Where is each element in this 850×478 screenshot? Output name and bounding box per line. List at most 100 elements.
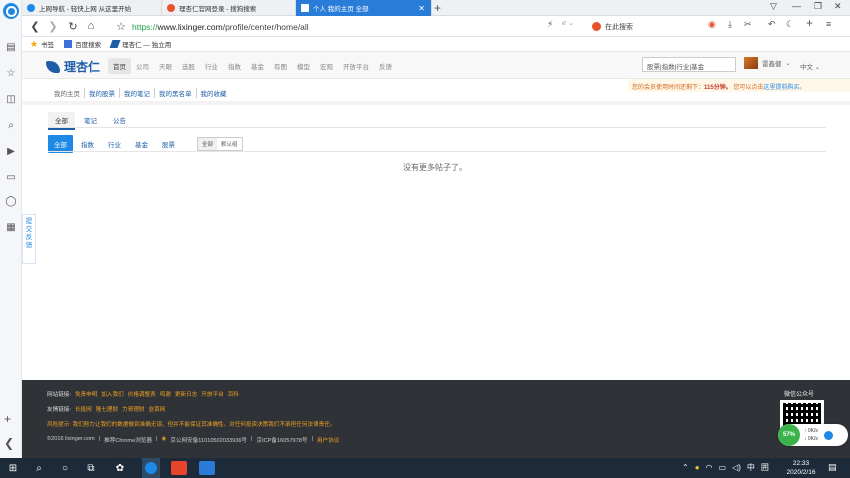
chat-icon[interactable]: ◯: [4, 194, 18, 208]
nav-open-platform[interactable]: 开放平台: [338, 58, 374, 74]
apps-icon[interactable]: ▦: [4, 220, 18, 234]
star-icon: ★: [30, 38, 39, 49]
nav-home[interactable]: 首页: [108, 58, 131, 74]
tray-expand-icon[interactable]: ⌃: [682, 463, 689, 472]
tab-profile-home[interactable]: 个人 我的主页 全部 ✕: [296, 0, 432, 16]
task-view-icon[interactable]: ⧉: [84, 458, 98, 478]
favorites-star-icon[interactable]: ☆: [4, 66, 18, 80]
cut-icon[interactable]: ✂: [744, 19, 752, 30]
empty-state-message: 没有更多帖子了。: [403, 163, 467, 172]
nav-macro[interactable]: 宏观: [315, 58, 338, 74]
red-app-icon[interactable]: [170, 458, 188, 478]
lightning-icon[interactable]: ⚡: [547, 19, 553, 30]
notifications-icon[interactable]: ▤: [828, 462, 837, 473]
friend-link-4[interactable]: 韭菜网: [149, 405, 166, 413]
home-icon[interactable]: ⌂: [84, 18, 98, 34]
close-window-icon[interactable]: ✕: [834, 1, 842, 12]
footer-link-changelog[interactable]: 更新日志: [175, 390, 197, 398]
collapse-icon[interactable]: ❮: [4, 436, 14, 450]
nav-tianyan[interactable]: 天眼: [154, 58, 177, 74]
minimize-icon[interactable]: —: [792, 1, 801, 11]
undo-icon[interactable]: ↶: [768, 19, 776, 30]
new-tab-button[interactable]: +: [434, 1, 441, 15]
nav-fund[interactable]: 基金: [246, 58, 269, 74]
subnav-my-home[interactable]: 我的主页: [54, 88, 85, 98]
segment-all[interactable]: 全部: [198, 138, 218, 150]
add-icon[interactable]: +: [4, 412, 11, 426]
user-menu[interactable]: 雷鑫健 ⌄: [744, 57, 791, 69]
reader-icon[interactable]: ▤: [4, 40, 18, 54]
add-toolbar-icon[interactable]: +: [806, 16, 813, 30]
nav-stock-picker[interactable]: 选股: [177, 58, 200, 74]
subnav-my-favorites[interactable]: 我的收藏: [201, 88, 231, 98]
network-speed-widget[interactable]: 57% ↑ 0K/s ↓ 0K/s: [778, 424, 848, 446]
nav-industry[interactable]: 行业: [200, 58, 223, 74]
history-icon[interactable]: ◫: [4, 92, 18, 106]
pinwheel-app-icon[interactable]: ✿: [112, 458, 128, 478]
bookmark-star-icon[interactable]: ☆: [114, 18, 128, 34]
game-icon[interactable]: ◉: [708, 19, 716, 30]
system-clock[interactable]: 22:33 2020/2/16: [782, 459, 820, 477]
browser-search-box[interactable]: 在此搜索: [592, 19, 692, 34]
purchase-link[interactable]: 这里提前购买。: [763, 85, 805, 91]
membership-notice: 您的会员使用时间还剩下：115分钟。 您可以点击这里提前购买。: [628, 79, 850, 92]
footer-link-open-platform[interactable]: 开放平台: [201, 390, 223, 398]
refresh-icon[interactable]: ↻: [66, 18, 80, 34]
search-icon[interactable]: ⌕: [32, 458, 46, 478]
address-bar[interactable]: https:// www.lixinger.com /profile/cente…: [132, 19, 309, 34]
segment-default-group[interactable]: 默认组: [217, 138, 242, 150]
friend-link-3[interactable]: 力哥理财: [122, 405, 144, 413]
tab-sogou-search[interactable]: 理杏仁官网登录 - 搜狗搜索: [162, 0, 296, 16]
friend-link-1[interactable]: 长投网: [75, 405, 92, 413]
compat-icon[interactable]: ℯ ⌄: [562, 19, 574, 27]
battery-icon[interactable]: ▭: [719, 463, 727, 472]
feedback-button[interactable]: 提交反馈: [22, 214, 36, 264]
subnav-my-blacklist[interactable]: 我的黑名单: [159, 88, 197, 98]
nav-company[interactable]: 公司: [131, 58, 154, 74]
subnav-my-notes[interactable]: 我的笔记: [124, 88, 155, 98]
volume-icon[interactable]: ◁): [732, 463, 741, 472]
browser-sidebar: ▤ ☆ ◫ ⌕ ▶ ▭ ◯ ▦ + ❮: [0, 0, 22, 458]
footer-link-disclaimer[interactable]: 免责申明: [75, 390, 97, 398]
wifi-icon[interactable]: ◠: [706, 463, 713, 472]
back-icon[interactable]: ❮: [28, 18, 42, 34]
nav-charts[interactable]: 有图: [269, 58, 292, 74]
address-toolbar: ❮ ❯ ↻ ⌂ ☆ https:// www.lixinger.com /pro…: [22, 16, 850, 37]
ime-indicator[interactable]: 中: [747, 462, 755, 473]
search-icon[interactable]: ⌕: [4, 118, 18, 132]
footer-link-thanks[interactable]: 鸣谢: [160, 390, 171, 398]
download-icon[interactable]: ⤓: [728, 19, 732, 30]
footer-link-join-us[interactable]: 加入我们: [101, 390, 123, 398]
bookmark-baidu[interactable]: 百度搜索: [64, 39, 101, 49]
windows-start-icon[interactable]: ⊞: [6, 458, 20, 478]
ime-mode-icon[interactable]: 囲: [761, 462, 769, 473]
main-nav: 首页 公司 天眼 选股 行业 指数 基金 有图 模型 宏观 开放平台 反馈: [108, 58, 397, 74]
close-tab-icon[interactable]: ✕: [418, 4, 425, 13]
restore-icon[interactable]: ❐: [814, 1, 822, 12]
friend-link-2[interactable]: 隆七理财: [96, 405, 118, 413]
subnav-my-stocks[interactable]: 我的股票: [89, 88, 120, 98]
footer-link-pricing[interactable]: 价格调整表: [128, 390, 156, 398]
nav-models[interactable]: 模型: [292, 58, 315, 74]
browser-taskbar-icon[interactable]: [142, 458, 160, 478]
pin-icon[interactable]: ▽: [770, 1, 777, 12]
nav-feedback[interactable]: 反馈: [374, 58, 397, 74]
nav-index[interactable]: 指数: [223, 58, 246, 74]
wps-app-icon[interactable]: [198, 458, 216, 478]
forward-icon[interactable]: ❯: [46, 18, 60, 34]
tray-app-icon[interactable]: ●: [695, 463, 700, 472]
menu-icon[interactable]: ≡: [826, 19, 831, 29]
language-select[interactable]: 中文 ⌄: [800, 61, 820, 71]
video-icon[interactable]: ▶: [4, 144, 18, 158]
copyright-row: ©2016 lixinger.com | 推荐Chrome浏览器 | ◉ 京公网安备1…: [47, 436, 340, 444]
site-logo[interactable]: 理杏仁: [46, 58, 100, 75]
site-search-input[interactable]: 股票|指数|行业|基金: [642, 57, 736, 72]
cortana-icon[interactable]: ○: [58, 458, 72, 478]
night-mode-icon[interactable]: ☾: [786, 19, 794, 30]
user-agreement-link[interactable]: 用户协议: [317, 436, 339, 444]
bookmarks-folder[interactable]: ★ 书签: [30, 39, 54, 50]
tab-navigation[interactable]: 上网导航 - 轻快上网 从这里开始: [22, 0, 162, 16]
bookmark-lixinger[interactable]: 理杏仁 — 独立用: [109, 39, 171, 49]
footer-link-wiki[interactable]: 百科: [228, 390, 239, 398]
browser-logo-icon[interactable]: [3, 3, 19, 19]
